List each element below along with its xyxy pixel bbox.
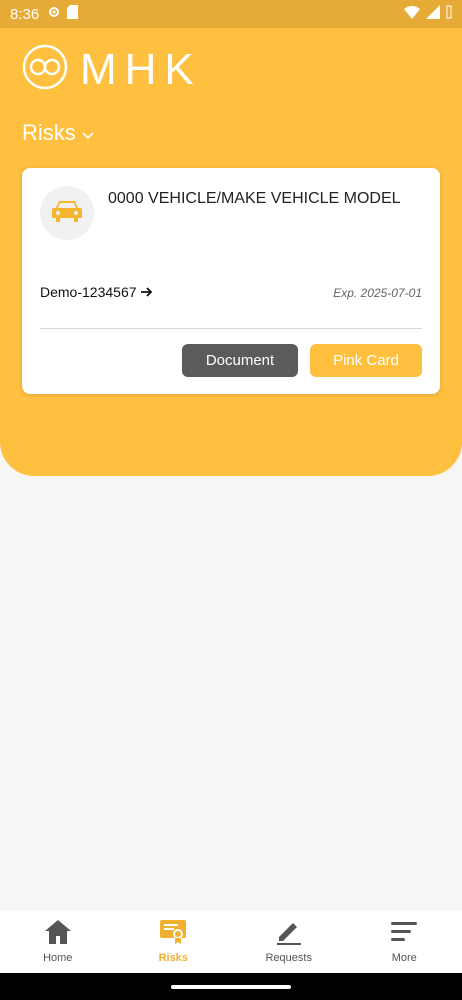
menu-icon	[390, 919, 418, 948]
car-icon	[50, 198, 84, 229]
nav-label-home: Home	[43, 952, 73, 964]
pen-icon	[275, 919, 303, 948]
policy-number: Demo-1234567	[40, 284, 137, 300]
logo-text: MHK	[80, 44, 202, 94]
nav-label-requests: Requests	[265, 952, 312, 964]
bottom-navigation: Home Risks Requests More	[0, 909, 462, 973]
nav-label-more: More	[391, 952, 417, 964]
sd-card-icon	[67, 5, 79, 23]
expiry-date: Exp. 2025-07-01	[333, 286, 422, 300]
document-button[interactable]: Document	[182, 344, 298, 377]
battery-icon	[446, 5, 452, 23]
vehicle-avatar	[40, 186, 94, 240]
nav-item-more[interactable]: More	[347, 910, 462, 973]
nav-item-requests[interactable]: Requests	[231, 910, 347, 973]
divider	[40, 328, 422, 329]
chevron-down-icon	[82, 120, 94, 146]
nav-label-risks: Risks	[158, 952, 188, 964]
risks-dropdown[interactable]: Risks	[22, 120, 94, 146]
wifi-icon	[404, 5, 420, 23]
certificate-icon	[159, 919, 187, 948]
home-icon	[44, 919, 72, 948]
page-title: Risks	[22, 120, 76, 145]
system-navigation-bar	[0, 973, 462, 1000]
logo-rings-icon	[22, 44, 68, 95]
nav-item-risks[interactable]: Risks	[116, 910, 232, 973]
pink-card-button[interactable]: Pink Card	[310, 344, 422, 377]
arrow-right-icon	[140, 284, 153, 300]
settings-icon	[47, 5, 61, 23]
nav-item-home[interactable]: Home	[0, 910, 116, 973]
signal-icon	[426, 5, 440, 23]
vehicle-title: 0000 VEHICLE/MAKE VEHICLE MODEL	[108, 190, 401, 207]
risk-card[interactable]: 0000 VEHICLE/MAKE VEHICLE MODEL Demo-123…	[22, 168, 440, 394]
home-gesture-handle[interactable]	[171, 985, 291, 989]
status-bar: 8:36	[0, 0, 462, 28]
mhk-logo: MHK	[22, 44, 202, 95]
policy-link[interactable]: Demo-1234567	[40, 284, 153, 300]
status-time: 8:36	[10, 5, 40, 23]
